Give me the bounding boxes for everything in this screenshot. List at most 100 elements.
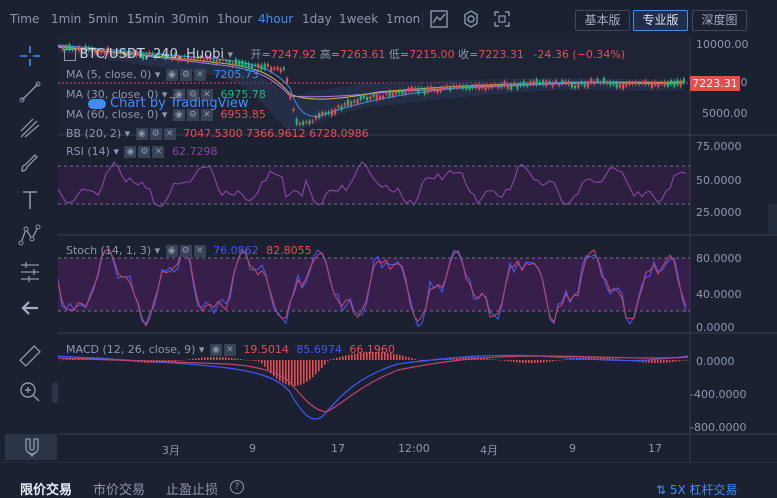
candle-body <box>513 82 516 86</box>
timeframe-5min[interactable]: 5min <box>88 12 118 26</box>
mode-depth-button[interactable]: 深度图 <box>692 10 747 31</box>
zoom-in-icon[interactable] <box>17 379 43 405</box>
chart-type-icon[interactable] <box>64 49 76 61</box>
hide-indicator-icon[interactable]: ◉ <box>124 146 137 158</box>
timeframe-1hour[interactable]: 1hour <box>217 12 252 26</box>
candle-body <box>407 87 410 92</box>
macd-histogram-bar <box>282 360 284 383</box>
brush-icon[interactable] <box>17 151 43 177</box>
candle-body <box>625 82 628 87</box>
macd-histogram-bar <box>174 360 176 362</box>
macd-histogram-bar <box>303 360 305 384</box>
close-icon[interactable]: ✕ <box>193 245 206 257</box>
candle-body <box>682 78 685 83</box>
candle-body <box>436 88 439 93</box>
stoch-d-value: 82.8055 <box>266 244 312 257</box>
candle-body <box>337 105 340 108</box>
candle-body <box>580 81 583 85</box>
settings-icon[interactable]: ⚙ <box>138 146 151 158</box>
pattern-icon[interactable] <box>17 223 43 249</box>
candle-body <box>503 81 506 87</box>
macd-histogram-bar <box>222 357 224 360</box>
macd-histogram-bar <box>300 360 302 385</box>
candle-body <box>542 80 545 86</box>
high-label: 高= <box>319 48 340 61</box>
macd-histogram-bar <box>264 360 266 367</box>
timeframe-1day[interactable]: 1day <box>302 12 332 26</box>
mode-basic-button[interactable]: 基本版 <box>575 10 630 31</box>
tab-market-order[interactable]: 市价交易 <box>93 479 145 498</box>
candle-body <box>471 86 474 89</box>
hide-indicator-icon[interactable]: ◉ <box>165 69 178 81</box>
macd-histogram-bar <box>309 360 311 380</box>
macd-histogram-bar <box>342 356 344 360</box>
close-icon[interactable]: ✕ <box>193 69 206 81</box>
ruler-icon[interactable] <box>17 343 43 369</box>
timeframe-time[interactable]: Time <box>10 12 39 26</box>
pitchfork-icon[interactable] <box>17 115 43 141</box>
macd-signal-line <box>58 355 689 413</box>
settings-icon[interactable]: ⚙ <box>179 245 192 257</box>
close-icon[interactable]: ✕ <box>223 344 236 356</box>
timeframe-30min[interactable]: 30min <box>171 12 209 26</box>
stoch-label: Stoch (14, 1, 3) <box>66 244 152 257</box>
candle-body <box>273 67 276 70</box>
mode-pro-button[interactable]: 专业版 <box>633 10 688 31</box>
candle-body <box>330 109 333 116</box>
rsi-axis-tick: 75.0000 <box>696 140 742 153</box>
magnet-tool[interactable] <box>5 434 57 460</box>
time-axis-tick: 12:00 <box>398 442 430 455</box>
macd-histogram-bar <box>408 357 410 360</box>
right-panel-scroll[interactable] <box>768 204 777 234</box>
candle-body <box>558 84 561 86</box>
macd-histogram-bar <box>315 360 317 375</box>
macd-histogram-bar <box>189 359 191 360</box>
candle-body <box>561 80 564 84</box>
crosshair-icon[interactable] <box>17 43 43 69</box>
leverage-link[interactable]: ⇅ 5X 杠杆交易 <box>656 481 738 498</box>
macd-histogram-bar <box>552 360 554 362</box>
timeframe-15min[interactable]: 15min <box>127 12 165 26</box>
hide-indicator-icon[interactable]: ◉ <box>135 128 148 140</box>
macd-histogram-bar <box>567 359 569 360</box>
macd-histogram-bar <box>180 360 182 361</box>
tab-limit-order[interactable]: 限价交易 <box>20 479 72 498</box>
indicator-chart-icon[interactable] <box>428 8 450 30</box>
hide-indicator-icon[interactable]: ◉ <box>209 344 222 356</box>
current-price-tag: 7223.31 <box>690 76 740 91</box>
candle-body <box>263 63 266 70</box>
macd-histogram-bar <box>681 360 683 361</box>
macd-histogram-bar <box>504 360 506 361</box>
macd-axis-tick: -800.0000 <box>690 421 747 434</box>
tab-stop-order[interactable]: 止盈止损 <box>166 479 218 498</box>
price-axis-tick: 5000.00 <box>702 107 748 120</box>
back-arrow-icon[interactable] <box>17 295 43 321</box>
settings-icon[interactable]: ⚙ <box>149 128 162 140</box>
candle-body <box>641 82 644 84</box>
macd-histogram-bar <box>654 360 656 363</box>
stoch-legend: Stoch (14, 1, 3) ▾ ◉ ⚙ ✕ 76.0862 82.8055 <box>66 244 312 257</box>
macd-histogram-bar <box>414 358 416 360</box>
timeframe-1min[interactable]: 1min <box>51 12 81 26</box>
fullscreen-icon[interactable] <box>491 8 513 30</box>
watermark-text: Chart by TradingView <box>110 96 249 111</box>
candle-body <box>574 85 577 89</box>
macd-histogram-bar <box>321 360 323 369</box>
timeframe-1week[interactable]: 1week <box>339 12 378 26</box>
time-axis-tick: 9 <box>569 442 576 455</box>
macd-histogram-bar <box>546 360 548 363</box>
close-icon[interactable]: ✕ <box>152 146 165 158</box>
text-tool-icon[interactable] <box>17 187 43 213</box>
trend-line-icon[interactable] <box>17 79 43 105</box>
measure-icon[interactable] <box>17 259 43 285</box>
settings-icon[interactable]: ⚙ <box>179 69 192 81</box>
timeframe-4hour[interactable]: 4hour <box>258 12 293 26</box>
macd-histogram-bar <box>333 358 335 360</box>
chart-area[interactable]: BTC/USDT, 240, Huobi ▾ 开=7247.92 高=7263.… <box>58 38 777 462</box>
hide-indicator-icon[interactable]: ◉ <box>165 245 178 257</box>
ma5-legend: MA (5, close, 0) ▾ ◉ ⚙ ✕ 7205.73 <box>66 68 259 81</box>
rsi-value: 62.7298 <box>171 145 218 158</box>
settings-gear-icon[interactable] <box>460 8 482 30</box>
timeframe-1mon[interactable]: 1mon <box>386 12 420 26</box>
close-icon[interactable]: ✕ <box>163 128 176 140</box>
